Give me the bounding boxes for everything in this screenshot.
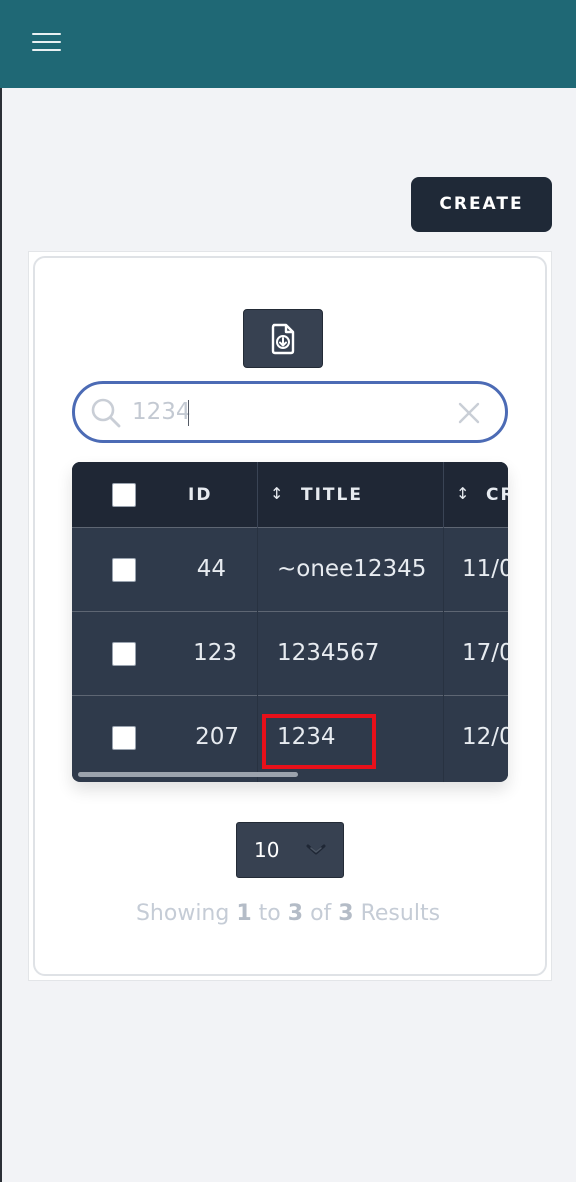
close-icon[interactable] (458, 402, 480, 424)
cell-created: 11/0 (462, 556, 508, 582)
hamburger-menu-icon[interactable] (32, 30, 62, 54)
search-icon (91, 398, 121, 428)
create-button[interactable]: CREATE (411, 177, 552, 232)
cell-id: 207 (195, 724, 239, 750)
text-caret (188, 400, 189, 426)
window-edge (0, 0, 2, 1182)
page-size-value: 10 (254, 838, 280, 862)
table-row[interactable]: 123 1234567 17/0 (72, 612, 508, 696)
sort-icon[interactable]: ↕ (456, 484, 469, 503)
highlight-annotation (262, 714, 376, 769)
select-all-checkbox[interactable] (112, 483, 136, 507)
column-header-created[interactable]: CR (486, 485, 508, 505)
results-summary: Showing 1 to 3 of 3 Results (135, 901, 441, 926)
row-checkbox[interactable] (112, 642, 136, 666)
column-header-id[interactable]: ID (188, 485, 212, 505)
top-app-bar (0, 0, 576, 88)
page-size-select[interactable]: 10 (236, 822, 344, 878)
sort-icon[interactable]: ↕ (270, 484, 283, 503)
table-row[interactable]: 44 ~onee12345 11/0 (72, 528, 508, 612)
row-checkbox[interactable] (112, 558, 136, 582)
cell-title: ~onee12345 (277, 556, 427, 582)
cell-created: 12/0 (462, 724, 508, 750)
cell-title: 1234567 (277, 640, 380, 666)
export-button[interactable] (243, 309, 323, 368)
search-field[interactable] (72, 381, 508, 443)
table-header: ID ↕ TITLE ↕ CR (72, 462, 508, 528)
row-checkbox[interactable] (112, 726, 136, 750)
cell-id: 44 (196, 556, 226, 582)
search-input[interactable] (132, 393, 432, 431)
cell-id: 123 (193, 640, 237, 666)
cell-created: 17/0 (462, 640, 508, 666)
column-header-title[interactable]: TITLE (301, 485, 363, 505)
horizontal-scrollbar-thumb[interactable] (78, 772, 298, 777)
file-download-icon (271, 323, 295, 355)
chevron-down-icon (306, 844, 326, 855)
